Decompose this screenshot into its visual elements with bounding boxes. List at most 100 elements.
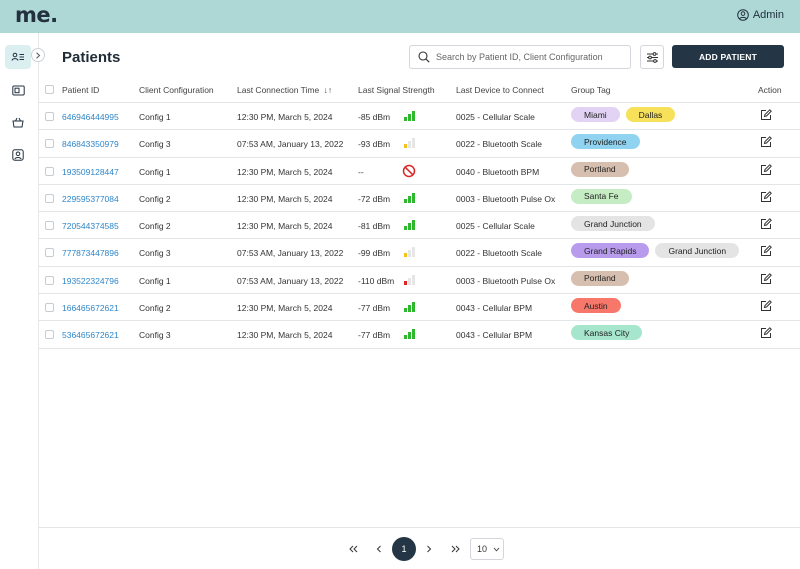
last-device-cell: 0043 - Cellular BPM [456, 303, 533, 314]
patient-id-link[interactable]: 536465672621 [62, 330, 119, 340]
col-header-last-connection-label: Last Connection Time [237, 85, 320, 95]
patient-id-link[interactable]: 646946444995 [62, 112, 119, 122]
row-checkbox[interactable] [45, 166, 54, 176]
group-tag[interactable]: Portland [571, 270, 629, 286]
table-body: 646946444995 Config 1 12:30 PM, March 5,… [39, 103, 800, 349]
prev-page-button[interactable] [371, 538, 387, 560]
search-box[interactable] [409, 45, 631, 69]
row-checkbox[interactable] [45, 112, 54, 121]
group-tag[interactable]: Portland [571, 161, 629, 177]
group-tags-cell: Grand Junction [571, 216, 661, 232]
next-page-button[interactable] [421, 538, 437, 560]
group-tag[interactable]: Austin [571, 298, 621, 314]
rows-per-page-select[interactable]: 10 [470, 538, 504, 560]
table-row[interactable]: 846843350979 Config 3 07:53 AM, January … [39, 130, 800, 158]
app-logo[interactable]: me. [15, 3, 58, 27]
table-row[interactable]: 193522324796 Config 1 07:53 AM, January … [39, 267, 800, 295]
edit-icon [761, 190, 772, 202]
edit-button[interactable] [760, 245, 772, 259]
table-row[interactable]: 166465672621 Config 2 12:30 PM, March 5,… [39, 294, 800, 322]
edit-button[interactable] [760, 163, 772, 178]
signal-indicator [402, 136, 416, 152]
client-config-cell: Config 2 [139, 193, 171, 204]
row-checkbox[interactable] [45, 221, 54, 231]
patient-id-link[interactable]: 229595377084 [62, 194, 119, 204]
row-checkbox[interactable] [45, 193, 54, 203]
sidebar-item-patients[interactable] [5, 45, 31, 69]
group-tag[interactable]: Grand Rapids [571, 243, 650, 259]
last-device-cell: 0003 - Bluetooth Pulse Ox [456, 275, 556, 286]
row-checkbox[interactable] [45, 303, 54, 313]
group-tag[interactable]: Santa Fe [571, 188, 632, 204]
patient-id-link[interactable]: 193509128447 [62, 167, 119, 177]
page-number-current[interactable]: 1 [392, 537, 416, 561]
col-header-signal[interactable]: Last Signal Strength [358, 85, 435, 95]
patient-id-link[interactable]: 720544374585 [62, 221, 119, 231]
col-header-last-connection[interactable]: Last Connection Time ↓↑ [237, 85, 332, 95]
edit-icon [761, 109, 772, 120]
patient-id-link[interactable]: 193522324796 [62, 276, 119, 286]
table-header: Patient ID Client Configuration Last Con… [39, 76, 800, 103]
sidebar-collapse-button[interactable] [31, 48, 45, 62]
edit-icon [761, 272, 772, 284]
edit-button[interactable] [760, 109, 772, 123]
select-all-checkbox[interactable] [45, 85, 54, 94]
signal-bars-icon [404, 111, 415, 121]
row-checkbox[interactable] [45, 248, 54, 258]
group-tag[interactable]: Dallas [625, 107, 676, 122]
client-config-cell: Config 3 [139, 248, 171, 259]
table-row[interactable]: 536465672621 Config 3 12:30 PM, March 5,… [39, 321, 800, 349]
first-page-button[interactable] [345, 538, 361, 560]
group-tag[interactable]: Kansas City [571, 325, 643, 341]
group-tag[interactable]: Grand Junction [655, 243, 740, 259]
table-row[interactable]: 777873447896 Config 3 07:53 AM, January … [39, 239, 800, 267]
col-header-device[interactable]: Last Device to Connect [456, 85, 544, 95]
signal-bars-icon [404, 138, 415, 149]
sidebar-item-profile[interactable] [5, 143, 31, 167]
sidebar-item-devices[interactable] [5, 78, 31, 102]
user-menu[interactable]: Admin [737, 9, 784, 21]
patient-id-link[interactable]: 846843350979 [62, 139, 119, 149]
sort-icon[interactable]: ↓↑ [324, 85, 333, 95]
group-tag[interactable]: Providence [571, 134, 640, 150]
filter-button[interactable] [640, 45, 664, 69]
signal-bars-icon [404, 329, 415, 340]
patients-table: Patient ID Client Configuration Last Con… [39, 76, 800, 349]
user-circle-icon [737, 9, 749, 21]
table-row[interactable]: 720544374585 Config 2 12:30 PM, March 5,… [39, 212, 800, 240]
col-header-group-tag[interactable]: Group Tag [571, 85, 611, 95]
sidebar-item-orders[interactable] [5, 110, 31, 134]
row-checkbox[interactable] [45, 275, 54, 285]
table-row[interactable]: 229595377084 Config 2 12:30 PM, March 5,… [39, 185, 800, 213]
edit-button[interactable] [760, 300, 772, 314]
last-page-button[interactable] [447, 538, 463, 560]
edit-button[interactable] [760, 190, 772, 205]
edit-button[interactable] [760, 218, 772, 232]
edit-button[interactable] [760, 327, 772, 341]
last-connection-cell: 12:30 PM, March 5, 2024 [237, 112, 333, 122]
col-header-patient-id[interactable]: Patient ID [62, 85, 99, 95]
patient-id-link[interactable]: 166465672621 [62, 303, 119, 313]
signal-indicator [402, 245, 416, 261]
client-config-cell: Config 2 [139, 221, 171, 232]
group-tag[interactable]: Miami [571, 107, 620, 122]
signal-strength-cell: -81 dBm [358, 221, 391, 232]
search-input[interactable] [436, 52, 616, 62]
col-header-client-config[interactable]: Client Configuration [139, 85, 214, 95]
table-row[interactable]: 193509128447 Config 1 12:30 PM, March 5,… [39, 158, 800, 185]
edit-button[interactable] [760, 272, 772, 287]
add-patient-button[interactable]: ADD PATIENT [672, 45, 784, 68]
chevron-left-icon [376, 545, 381, 553]
last-connection-cell: 12:30 PM, March 5, 2024 [237, 303, 333, 314]
pagination-bar: 1 10 [39, 527, 800, 569]
client-config-cell: Config 3 [139, 330, 171, 341]
group-tag[interactable]: Grand Junction [571, 216, 655, 232]
top-bar: me. Admin [0, 0, 800, 33]
edit-button[interactable] [760, 136, 772, 150]
patient-id-link[interactable]: 777873447896 [62, 248, 119, 258]
row-checkbox[interactable] [45, 330, 54, 340]
user-profile-icon [12, 149, 24, 161]
table-row[interactable]: 646946444995 Config 1 12:30 PM, March 5,… [39, 103, 800, 131]
row-checkbox[interactable] [45, 139, 54, 149]
sliders-icon [646, 51, 658, 63]
